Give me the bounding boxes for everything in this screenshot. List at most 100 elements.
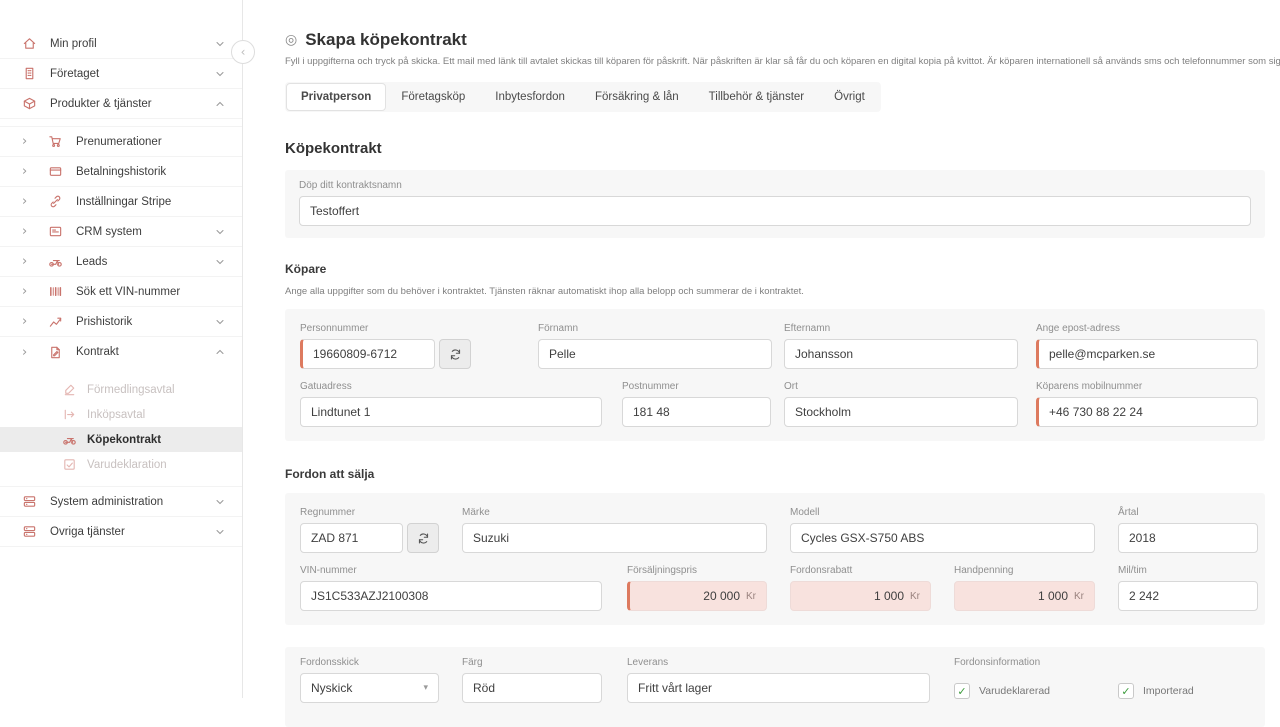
- sidebar-gap: [0, 119, 242, 127]
- chevron-up-icon[interactable]: [214, 98, 226, 110]
- chevron-down-icon[interactable]: [214, 68, 226, 80]
- artal-input[interactable]: [1118, 523, 1258, 553]
- tab-inbytesfordon[interactable]: Inbytesfordon: [480, 83, 580, 111]
- varudeklarerad-checkbox[interactable]: ✓: [954, 683, 970, 699]
- currency-suffix: Kr: [910, 591, 920, 602]
- sidebar-item-installningar-stripe[interactable]: › Inställningar Stripe: [0, 187, 242, 217]
- fordonsskick-label: Fordonsskick: [300, 657, 439, 668]
- refresh-icon: [417, 532, 430, 545]
- ort-input[interactable]: [784, 397, 1018, 427]
- chevron-down-icon[interactable]: [214, 316, 226, 328]
- sidebar-item-label: Prishistorik: [76, 316, 214, 328]
- regnummer-input[interactable]: [300, 523, 403, 553]
- sidebar-item-foretaget[interactable]: Företaget: [0, 59, 242, 89]
- chevron-down-icon[interactable]: [214, 226, 226, 238]
- section-heading-kopare: Köpare: [285, 262, 1280, 276]
- tab-bar: Privatperson Företagsköp Inbytesfordon F…: [285, 82, 881, 112]
- efternamn-input[interactable]: [784, 339, 1018, 369]
- sidebar-item-varudeklaration[interactable]: Varudeklaration: [0, 452, 242, 477]
- server-icon: [22, 494, 37, 509]
- sidebar-item-label: Inställningar Stripe: [76, 196, 226, 208]
- postnummer-input[interactable]: [622, 397, 771, 427]
- fordonsskick-select[interactable]: Nyskick ▾: [300, 673, 439, 703]
- section-heading-kopekontrakt: Köpekontrakt: [285, 140, 1280, 157]
- sidebar-item-kopekontrakt[interactable]: Köpekontrakt: [0, 427, 242, 452]
- tab-forsakring-lan[interactable]: Försäkring & lån: [580, 83, 694, 111]
- tab-ovrigt[interactable]: Övrigt: [819, 83, 880, 111]
- chevron-down-icon[interactable]: [214, 526, 226, 538]
- mobilnummer-input[interactable]: [1036, 397, 1258, 427]
- forsaljningspris-input[interactable]: 20 000 Kr: [627, 581, 767, 611]
- sidebar-item-formedlingsavtal[interactable]: Förmedlingsavtal: [0, 377, 242, 402]
- sidebar-item-prenumerationer[interactable]: › Prenumerationer: [0, 127, 242, 157]
- personnummer-input[interactable]: [300, 339, 435, 369]
- sidebar-item-label: System administration: [50, 496, 214, 508]
- handpenning-input[interactable]: 1 000 Kr: [954, 581, 1095, 611]
- currency-suffix: Kr: [1074, 591, 1084, 602]
- forsaljningspris-value: 20 000: [703, 589, 740, 603]
- fordonsskick-value: Nyskick: [311, 681, 352, 695]
- sidebar-collapse-button[interactable]: ‹: [231, 40, 255, 64]
- sidebar-item-leads[interactable]: › Leads: [0, 247, 242, 277]
- personnummer-refresh-button[interactable]: [439, 339, 471, 369]
- chevron-down-icon[interactable]: [214, 256, 226, 268]
- tab-privatperson[interactable]: Privatperson: [286, 83, 386, 111]
- contract-name-panel: Döp ditt kontraktsnamn: [285, 170, 1265, 238]
- miltim-input[interactable]: [1118, 581, 1258, 611]
- check-icon: ✓: [1121, 686, 1130, 697]
- sidebar-item-betalningshistorik[interactable]: › Betalningshistorik: [0, 157, 242, 187]
- section-heading-fordon: Fordon att sälja: [285, 467, 1280, 481]
- regnummer-label: Regnummer: [300, 507, 439, 518]
- chevron-up-icon[interactable]: [214, 346, 226, 358]
- sidebar-item-label: Inköpsavtal: [87, 409, 226, 421]
- fordonsrabatt-value: 1 000: [874, 589, 904, 603]
- sidebar-item-system-administration[interactable]: System administration: [0, 487, 242, 517]
- tab-tillbehor-tjanster[interactable]: Tillbehör & tjänster: [694, 83, 819, 111]
- modell-input[interactable]: [790, 523, 1095, 553]
- marke-input[interactable]: [462, 523, 767, 553]
- sidebar-item-min-profil[interactable]: Min profil: [0, 29, 242, 59]
- tab-foretagskop[interactable]: Företagsköp: [386, 83, 480, 111]
- page-title: Skapa köpekontrakt: [305, 30, 467, 50]
- importerad-checkbox[interactable]: ✓: [1118, 683, 1134, 699]
- leverans-input[interactable]: [627, 673, 930, 703]
- handpenning-value: 1 000: [1038, 589, 1068, 603]
- marke-label: Märke: [462, 507, 767, 518]
- sidebar-item-sok-vin-nummer[interactable]: › Sök ett VIN-nummer: [0, 277, 242, 307]
- fornamn-input[interactable]: [538, 339, 772, 369]
- vin-input[interactable]: [300, 581, 602, 611]
- sidebar-item-produkter-tjanster[interactable]: Produkter & tjänster: [0, 89, 242, 119]
- fordonsrabatt-label: Fordonsrabatt: [790, 565, 931, 576]
- sidebar-item-ovriga-tjanster[interactable]: Övriga tjänster: [0, 517, 242, 547]
- sidebar-item-inkopsavtal[interactable]: Inköpsavtal: [0, 402, 242, 427]
- mobilnummer-label: Köparens mobilnummer: [1036, 381, 1258, 392]
- sidebar-item-prishistorik[interactable]: › Prishistorik: [0, 307, 242, 337]
- farg-input[interactable]: [462, 673, 602, 703]
- sidebar-item-label: Köpekontrakt: [87, 434, 226, 446]
- epost-input[interactable]: [1036, 339, 1258, 369]
- caret-right-icon: ›: [22, 315, 48, 328]
- sidebar-item-label: Produkter & tjänster: [50, 98, 214, 110]
- vin-label: VIN-nummer: [300, 565, 602, 576]
- package-icon: [22, 96, 37, 111]
- regnummer-refresh-button[interactable]: [407, 523, 439, 553]
- forsaljningspris-label: Försäljningspris: [627, 565, 767, 576]
- contract-name-label: Döp ditt kontraktsnamn: [299, 180, 1251, 191]
- sidebar-item-crm-system[interactable]: › CRM system: [0, 217, 242, 247]
- caret-right-icon: ›: [22, 165, 48, 178]
- caret-right-icon: ›: [22, 225, 48, 238]
- caret-right-icon: ›: [22, 285, 48, 298]
- document-pen-icon: [62, 382, 77, 397]
- gatuadress-input[interactable]: [300, 397, 602, 427]
- fordonsrabatt-input[interactable]: 1 000 Kr: [790, 581, 931, 611]
- chevron-down-icon[interactable]: [214, 38, 226, 50]
- arrow-import-icon: [62, 407, 77, 422]
- sidebar-item-kontrakt[interactable]: › Kontrakt: [0, 337, 242, 367]
- page-header: ◎ Skapa köpekontrakt: [285, 30, 1280, 50]
- chevron-down-icon[interactable]: [214, 496, 226, 508]
- contract-name-input[interactable]: [299, 196, 1251, 226]
- buyer-description: Ange alla uppgifter som du behöver i kon…: [285, 286, 1280, 297]
- cart-icon: [48, 134, 63, 149]
- currency-suffix: Kr: [746, 591, 756, 602]
- personnummer-label: Personnummer: [300, 323, 471, 334]
